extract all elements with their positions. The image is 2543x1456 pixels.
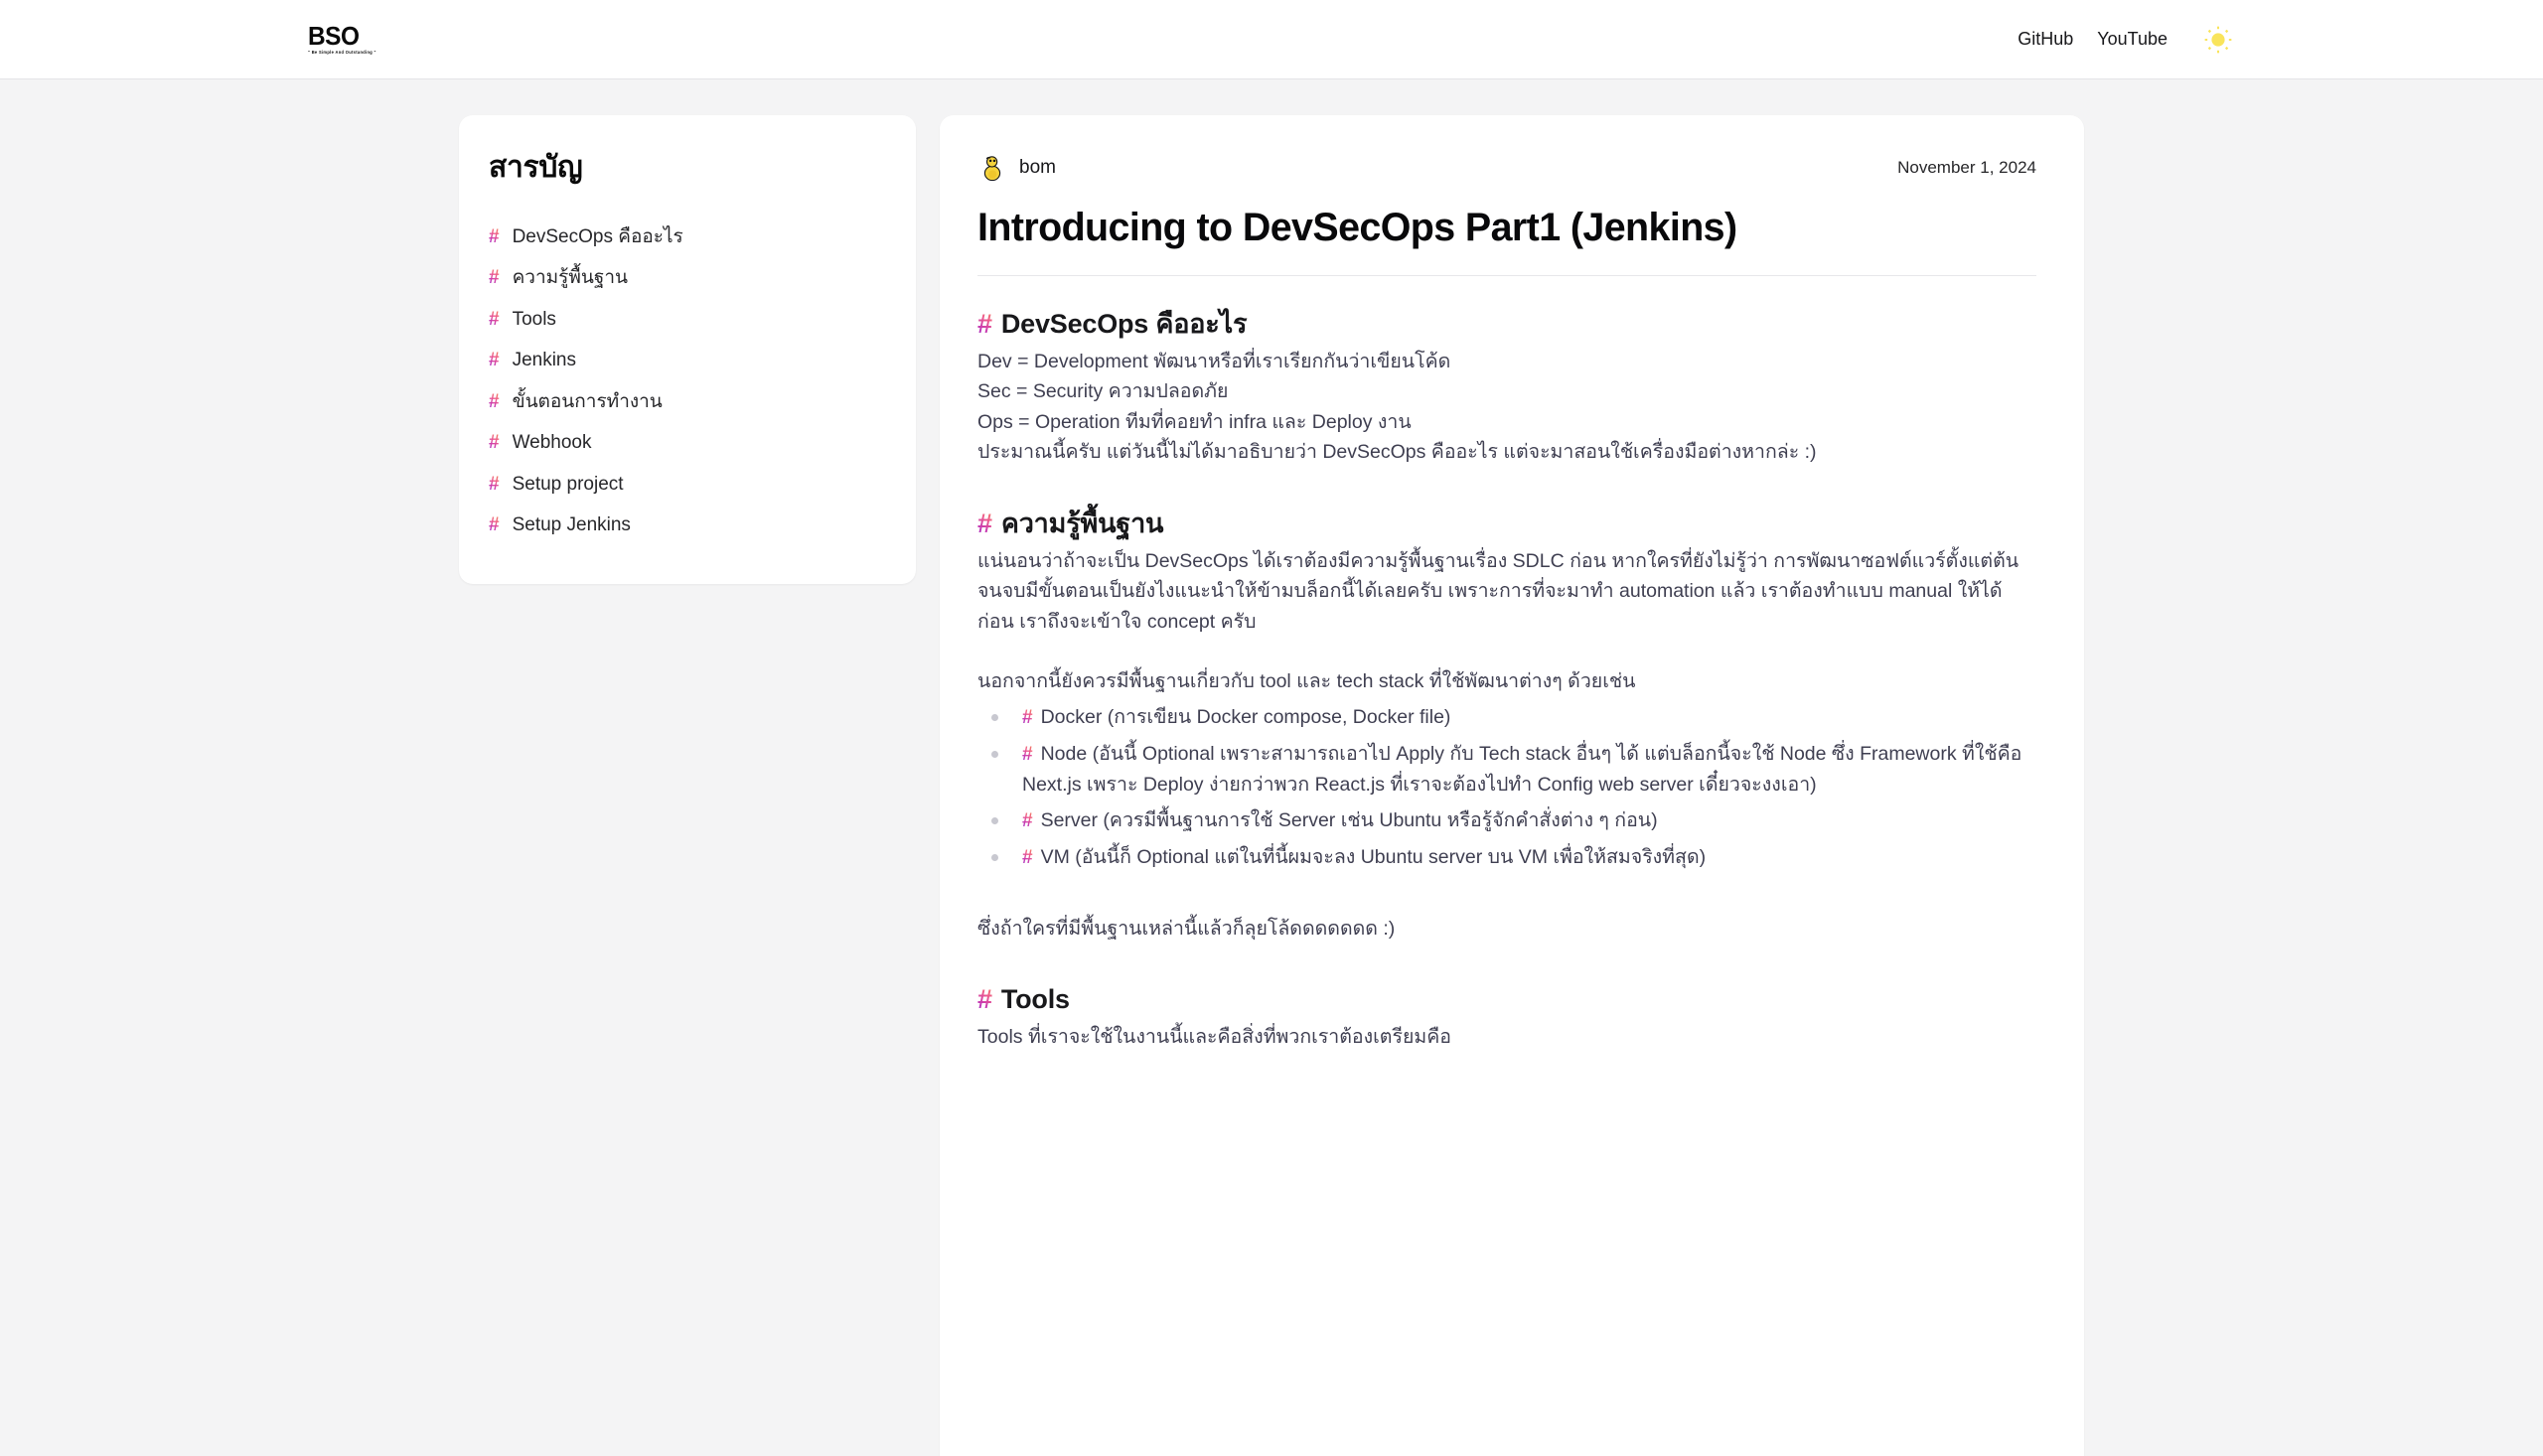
page-title: Introducing to DevSecOps Part1 (Jenkins) [977,206,1737,249]
hash-icon: # [489,308,500,330]
list-item: # Server (ควรมีพื้นฐานการใช้ Server เช่น … [977,802,2036,839]
toc-item-jenkins[interactable]: # Jenkins [489,340,886,381]
hash-icon: # [977,306,992,342]
post-date: November 1, 2024 [1897,158,2036,177]
list-item-label: VM (อันนี้ก็ Optional แต่ในที่นี้ผมจะลง … [1040,846,1707,869]
toc-list: # DevSecOps คืออะไร # ความรู้พื้นฐาน # T… [489,217,886,546]
list-item-label: Server (ควรมีพื้นฐานการใช้ Server เช่น U… [1040,809,1658,832]
paragraph: แน่นอนว่าถ้าจะเป็น DevSecOps ได้เราต้องม… [977,549,2019,633]
brand-mark-text: BSO [308,21,360,52]
hash-icon: # [489,432,500,454]
hash-icon: # [1022,743,1033,765]
nav-link-github[interactable]: GitHub [2006,23,2085,56]
hash-icon: # [489,350,500,371]
toc-item-basic-knowledge[interactable]: # ความรู้พื้นฐาน [489,257,886,299]
paragraph: Dev = Development พัฒนาหรือที่เราเรียกกั… [977,350,1451,372]
paragraph: Tools ที่เราจะใช้ในงานนี้และคือสิ่งที่พว… [977,1025,1451,1048]
article-card: bom November 1, 2024 Introducing to DevS… [940,115,2084,1456]
author-link[interactable]: bom [977,153,1056,183]
theme-toggle-button[interactable] [2201,23,2235,57]
section-heading-label: Tools [1000,984,1070,1015]
toc-item-label: ความรู้พื้นฐาน [512,267,629,289]
toc-item-label: Tools [512,308,556,330]
toc-item-devsecops-kuearai[interactable]: # DevSecOps คืออะไร [489,217,886,258]
basic-knowledge-list: # Docker (การเขียน Docker compose, Docker… [977,699,2036,876]
hash-icon: # [1022,847,1033,869]
bullet-dot-icon [991,817,998,825]
hash-icon: # [1022,810,1033,832]
nav-link-youtube[interactable]: YouTube [2085,23,2179,56]
list-item-label: Node (อันนี้ Optional เพราะสามารถเอาไป A… [1022,742,2022,796]
table-of-contents-card: สารบัญ # DevSecOps คืออะไร # ความรู้พื้น… [459,115,916,584]
author-name: bom [1019,157,1056,178]
list-item-label: Docker (การเขียน Docker compose, Docker … [1040,705,1451,728]
hash-icon: # [489,267,500,289]
article-meta-row: bom November 1, 2024 [977,153,2036,183]
bullet-dot-icon [991,713,998,721]
paragraph: Ops = Operation ทีมที่คอยทำ infra และ De… [977,410,1412,433]
toc-item-workflow[interactable]: # ขั้นตอนการทำงาน [489,381,886,423]
site-header: BSO " Be Simple And Outstanding " GitHub… [0,0,2543,79]
toc-item-label: Setup Jenkins [512,514,631,536]
toc-item-setup-project[interactable]: # Setup project [489,464,886,506]
toc-item-label: Webhook [512,432,592,454]
paragraph: Sec = Security ความปลอดภัย [977,380,1229,403]
toc-item-webhook[interactable]: # Webhook [489,422,886,464]
bullet-dot-icon [991,750,998,758]
toc-item-label: DevSecOps คืออะไร [512,225,683,247]
title-divider [977,275,2036,277]
brand-tagline-text: " Be Simple And Outstanding " [308,50,376,56]
paragraph-closing: ซึ่งถ้าใครที่มีพื้นฐานเหล่านี้แล้วก็ลุยโ… [977,917,1396,940]
bullet-dot-icon [991,854,998,862]
toc-item-label: Jenkins [512,350,576,371]
hash-icon: # [489,390,500,412]
hash-icon: # [977,506,992,541]
section-heading-devsecops: # DevSecOps คืออะไร [977,306,2036,342]
toc-item-label: Setup project [512,473,624,495]
toc-item-setup-jenkins[interactable]: # Setup Jenkins [489,505,886,546]
page-body: สารบัญ # DevSecOps คืออะไร # ความรู้พื้น… [0,79,2543,1456]
toc-title: สารบัญ [489,151,583,184]
paragraph: ประมาณนี้ครับ แต่วันนี้ไม่ได้มาอธิบายว่า… [977,441,1817,464]
toc-item-label: ขั้นตอนการทำงาน [512,390,663,412]
hash-icon: # [977,981,992,1017]
hash-icon: # [1022,706,1033,728]
toc-item-tools[interactable]: # Tools [489,299,886,341]
hash-icon: # [489,514,500,536]
list-item: # Node (อันนี้ Optional เพราะสามารถเอาไป … [977,736,2036,802]
section-heading-label: ความรู้พื้นฐาน [1000,509,1164,539]
avatar [983,156,1001,182]
list-item: # Docker (การเขียน Docker compose, Docker… [977,699,2036,736]
brand-logo[interactable]: BSO " Be Simple And Outstanding " [308,23,379,55]
section-heading-label: DevSecOps คืออะไร [1000,309,1248,340]
section-heading-basic-knowledge: # ความรู้พื้นฐาน [977,506,2036,541]
section-heading-tools: # Tools [977,981,2036,1017]
list-item: # VM (อันนี้ก็ Optional แต่ในที่นี้ผมจะลง… [977,839,2036,876]
sun-icon [2204,26,2232,53]
hash-icon: # [489,473,500,495]
hash-icon: # [489,225,500,247]
primary-nav: GitHub YouTube [2006,23,2235,57]
paragraph-list-intro: นอกจากนี้ยังควรมีพื้นฐานเกี่ยวกับ tool แ… [977,670,1636,693]
